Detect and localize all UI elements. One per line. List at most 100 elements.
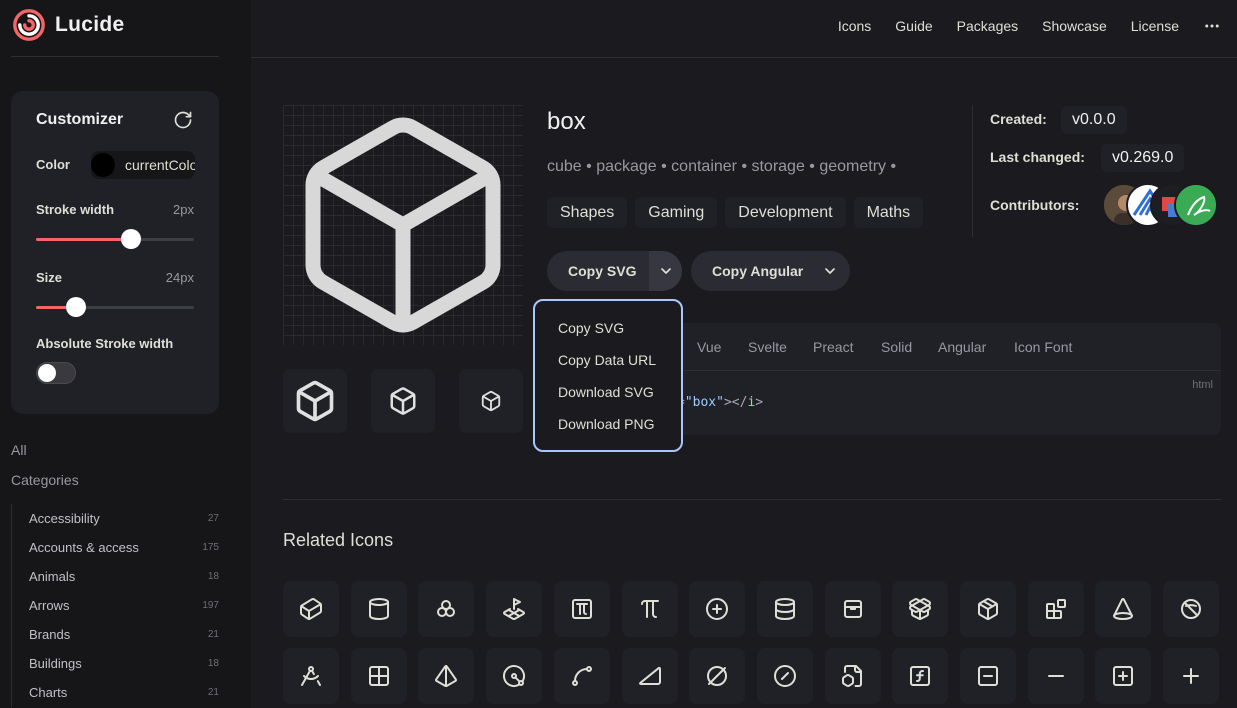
category-list: Accessibility 27 Accounts & access 175 Ani…	[11, 504, 221, 707]
category-count: 197	[202, 600, 219, 611]
nav-icons[interactable]: Icons	[838, 18, 871, 34]
related-icon-tile[interactable]	[960, 581, 1016, 637]
related-icon-tile[interactable]	[892, 581, 949, 637]
related-icon-tile[interactable]	[960, 648, 1016, 704]
menu-item-download-png[interactable]: Download PNG	[558, 416, 655, 432]
tab-angular[interactable]: Angular	[938, 339, 986, 355]
stroke-width-slider[interactable]	[36, 229, 194, 249]
category-name: Arrows	[29, 598, 70, 613]
category-item[interactable]: Brands 21	[12, 620, 221, 649]
avatar[interactable]	[1174, 183, 1218, 227]
code-punct: ></	[723, 395, 748, 410]
code-string: "box"	[684, 395, 724, 410]
size-thumb[interactable]	[65, 297, 86, 317]
copy-svg-dropdown-toggle[interactable]	[649, 251, 682, 291]
triangle-right-icon	[638, 666, 661, 685]
related-icon-tile[interactable]	[350, 648, 407, 704]
customizer-title: Customizer	[36, 111, 124, 128]
related-icon-tile[interactable]	[824, 648, 881, 704]
tab-solid[interactable]: Solid	[881, 339, 912, 355]
color-swatch[interactable]	[91, 153, 115, 177]
code-snippet[interactable]: ="box"></i>	[677, 395, 763, 410]
cone-icon	[1113, 598, 1134, 620]
nav-guide[interactable]: Guide	[895, 18, 932, 34]
related-icon-tile[interactable]	[621, 581, 678, 637]
category-name: Buildings	[29, 656, 82, 671]
related-icon-tile[interactable]	[756, 648, 813, 704]
copy-svg-label: Copy SVG	[568, 263, 637, 279]
category-item[interactable]: Accounts & access 175	[12, 533, 221, 562]
menu-item-copy-data-url[interactable]: Copy Data URL	[558, 352, 656, 368]
menu-item-download-svg[interactable]: Download SVG	[558, 384, 654, 400]
related-icon-tile[interactable]	[283, 648, 339, 704]
tab-svelte[interactable]: Svelte	[748, 339, 787, 355]
category-chip[interactable]: Gaming	[635, 197, 718, 228]
nav-showcase[interactable]: Showcase	[1042, 18, 1107, 34]
related-icon-tile[interactable]	[1095, 581, 1152, 637]
related-icon-tile[interactable]	[892, 648, 949, 704]
related-icon-tile[interactable]	[283, 581, 339, 637]
reset-icon[interactable]	[173, 110, 193, 130]
menu-item-copy-svg[interactable]: Copy SVG	[558, 320, 624, 336]
related-icon-tile[interactable]	[418, 581, 475, 637]
related-icon-tile[interactable]	[621, 648, 678, 704]
category-item[interactable]: Arrows 197	[12, 591, 221, 620]
category-name: Animals	[29, 569, 76, 584]
tab-icon-font[interactable]: Icon Font	[1014, 339, 1072, 355]
preview-size-small[interactable]	[459, 369, 523, 433]
contributors-list	[1102, 183, 1222, 227]
related-icon-tile[interactable]	[824, 581, 881, 637]
nav-license[interactable]: License	[1131, 18, 1179, 34]
category-count: 21	[207, 629, 219, 640]
tab-preact[interactable]: Preact	[813, 339, 853, 355]
category-chip[interactable]: Development	[725, 197, 846, 228]
chevron-down-icon[interactable]	[822, 263, 838, 279]
preview-size-medium[interactable]	[371, 369, 435, 433]
category-count: 27	[207, 513, 219, 524]
box-icon	[305, 117, 501, 333]
related-icon-tile[interactable]	[486, 581, 543, 637]
related-icon-tile[interactable]	[689, 581, 746, 637]
color-input[interactable]: currentColor	[91, 151, 195, 179]
preview-size-large[interactable]	[283, 369, 347, 433]
related-icon-tile[interactable]	[689, 648, 746, 704]
related-icon-tile[interactable]	[1163, 581, 1220, 637]
square-function-icon	[910, 666, 931, 686]
absolute-stroke-label: Absolute Stroke width	[36, 336, 174, 351]
copy-svg-button[interactable]: Copy SVG	[547, 251, 682, 291]
tab-vue[interactable]: Vue	[697, 339, 721, 355]
related-icon-tile[interactable]	[418, 648, 475, 704]
related-icon-tile[interactable]	[553, 648, 610, 704]
stroke-width-thumb[interactable]	[120, 229, 141, 249]
size-slider[interactable]	[36, 297, 194, 317]
sidebar: Lucide Customizer Color currentColor Str…	[0, 0, 251, 708]
related-icon-tile[interactable]	[756, 581, 813, 637]
related-icon-tile[interactable]	[350, 581, 407, 637]
absolute-stroke-toggle[interactable]	[36, 362, 76, 384]
contributor-signature-icon	[1176, 185, 1216, 225]
changed-version[interactable]: v0.269.0	[1101, 144, 1185, 172]
related-icon-tile[interactable]	[553, 581, 610, 637]
category-item[interactable]: Charts 21	[12, 678, 221, 707]
related-icon-tile[interactable]	[1163, 648, 1220, 704]
nav-packages[interactable]: Packages	[957, 18, 1018, 34]
related-icon-tile[interactable]	[1095, 648, 1152, 704]
package-icon	[978, 598, 998, 620]
circle-slash-icon	[773, 665, 796, 687]
related-icon-tile[interactable]	[486, 648, 543, 704]
nav-all[interactable]: All	[11, 442, 27, 458]
created-version[interactable]: v0.0.0	[1061, 106, 1127, 134]
category-item[interactable]: Animals 18	[12, 562, 221, 591]
category-item[interactable]: Accessibility 27	[12, 504, 221, 533]
category-chip[interactable]: Shapes	[547, 197, 628, 228]
more-icon[interactable]	[1203, 17, 1221, 35]
copy-angular-button[interactable]: Copy Angular	[691, 251, 850, 291]
category-chip[interactable]: Maths	[853, 197, 924, 228]
related-icon-tile[interactable]	[1027, 648, 1084, 704]
boxes-icon	[437, 600, 456, 617]
logo[interactable]: Lucide	[11, 8, 124, 42]
box-icon	[296, 380, 334, 422]
related-icon-tile[interactable]	[1027, 581, 1084, 637]
category-item[interactable]: Buildings 18	[12, 649, 221, 678]
plus-icon	[1183, 668, 1200, 684]
